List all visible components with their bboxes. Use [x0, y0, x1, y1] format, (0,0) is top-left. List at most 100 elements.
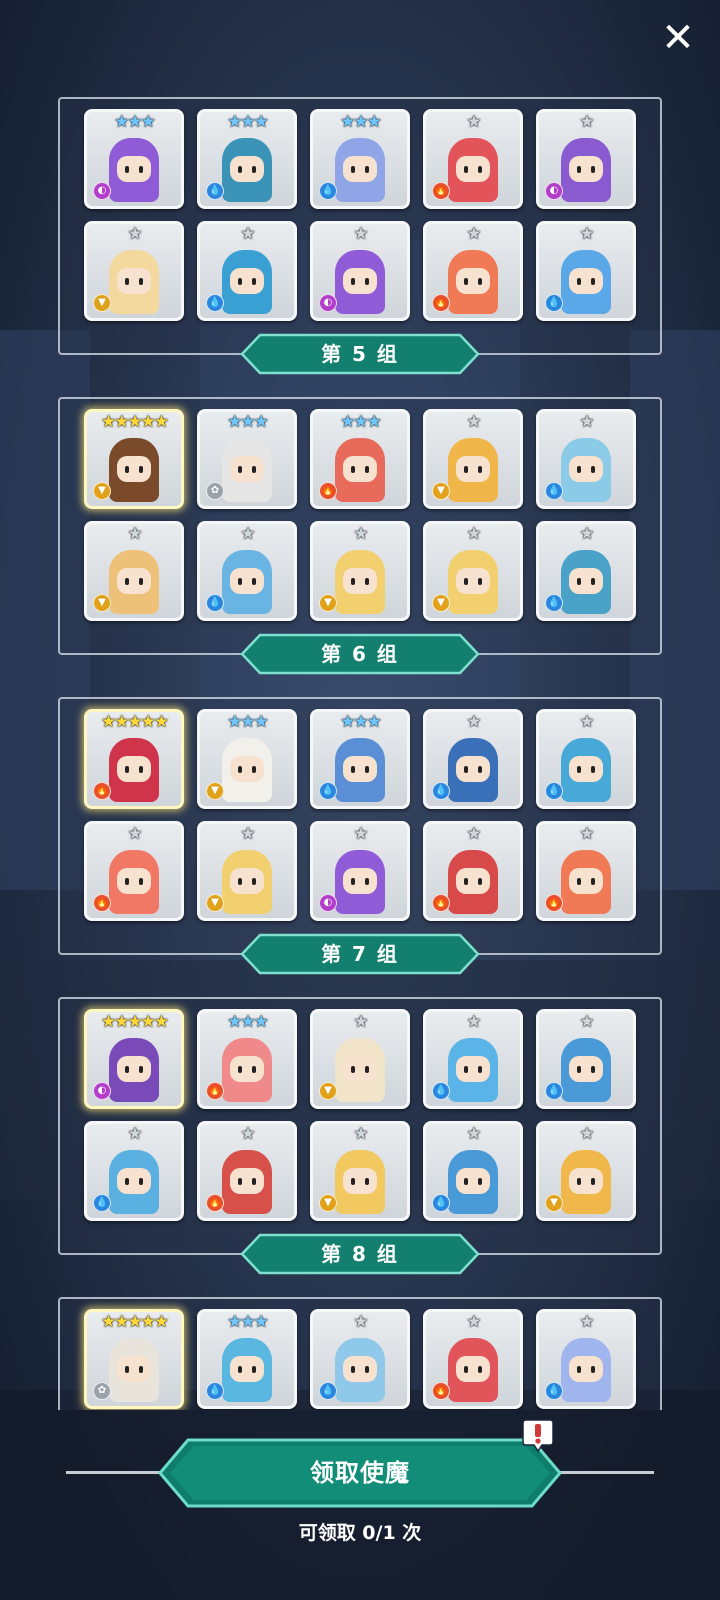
familiar-card[interactable]: ★ 🔥 — [423, 109, 523, 209]
portrait-eye — [139, 1178, 143, 1185]
familiar-card[interactable]: ★★★★★ ◐ — [84, 1009, 184, 1109]
familiar-portrait — [442, 1034, 504, 1104]
portrait-face — [456, 1168, 490, 1194]
familiar-card[interactable]: ★ 🔥 — [423, 821, 523, 921]
familiar-portrait — [216, 1334, 278, 1404]
familiar-card[interactable]: ★ 💧 — [423, 709, 523, 809]
familiar-card[interactable]: ★ ◐ — [536, 109, 636, 209]
familiar-card[interactable]: ★★★ ✿ — [197, 409, 297, 509]
star-rating: ★ — [426, 713, 520, 731]
familiar-card[interactable]: ★ 💧 — [536, 1009, 636, 1109]
familiar-card[interactable]: ★ 🔥 — [423, 1309, 523, 1409]
close-button[interactable]: ✕ — [658, 18, 698, 58]
portrait-eye — [238, 466, 242, 473]
familiar-card[interactable]: ★ 💧 — [423, 1121, 523, 1221]
portrait-eye — [577, 466, 581, 473]
familiar-card[interactable]: ★★★ 💧 — [310, 109, 410, 209]
familiar-card[interactable]: ★★★ 💧 — [310, 709, 410, 809]
familiar-portrait — [555, 1146, 617, 1216]
portrait-eye — [365, 1178, 369, 1185]
familiar-card[interactable]: ★ 💧 — [536, 221, 636, 321]
familiar-card[interactable]: ★ ▼ — [84, 521, 184, 621]
star-icons: ★ — [127, 524, 142, 544]
portrait-face — [343, 568, 377, 594]
star-rating: ★ — [539, 525, 633, 543]
star-rating: ★ — [539, 825, 633, 843]
star-icons: ★ — [127, 1124, 142, 1144]
familiar-portrait — [216, 434, 278, 504]
star-icons: ★ — [466, 1012, 481, 1032]
portrait-eye — [351, 578, 355, 585]
portrait-face — [117, 1056, 151, 1082]
portrait-eye — [577, 766, 581, 773]
star-icons: ★ — [579, 1012, 594, 1032]
familiar-card[interactable]: ★★★ 💧 — [197, 1309, 297, 1409]
portrait-eye — [365, 578, 369, 585]
familiar-card[interactable]: ★ 💧 — [310, 1309, 410, 1409]
group-label-ribbon: 第 5 组 — [240, 333, 480, 375]
familiar-card[interactable]: ★ ▼ — [310, 521, 410, 621]
familiar-portrait — [103, 1034, 165, 1104]
water-element-icon: 💧 — [206, 294, 224, 312]
portrait-face — [456, 1056, 490, 1082]
portrait-face — [456, 756, 490, 782]
familiar-portrait — [329, 846, 391, 916]
claim-familiar-button[interactable]: 领取使魔 — [158, 1438, 562, 1508]
familiar-card[interactable]: ★ ◐ — [310, 821, 410, 921]
portrait-eye — [252, 466, 256, 473]
star-icons: ★★★ — [227, 1012, 269, 1032]
star-rating: ★ — [539, 713, 633, 731]
star-rating: ★ — [426, 1313, 520, 1331]
portrait-eye — [125, 1178, 129, 1185]
fire-element-icon: 🔥 — [319, 482, 337, 500]
familiar-card[interactable]: ★ 🔥 — [197, 1121, 297, 1221]
familiar-portrait — [442, 1146, 504, 1216]
water-element-icon: 💧 — [319, 782, 337, 800]
familiar-card[interactable]: ★ ▼ — [423, 521, 523, 621]
familiar-card[interactable]: ★ 🔥 — [84, 821, 184, 921]
earth-element-icon: ▼ — [319, 594, 337, 612]
familiar-card[interactable]: ★ 💧 — [197, 221, 297, 321]
familiar-card[interactable]: ★ 💧 — [536, 521, 636, 621]
familiar-card[interactable]: ★ ▼ — [197, 821, 297, 921]
familiar-card[interactable]: ★★★ 💧 — [197, 109, 297, 209]
group-label: 第 5 组 — [321, 342, 399, 366]
familiar-card[interactable]: ★ ▼ — [84, 221, 184, 321]
familiar-card[interactable]: ★ 💧 — [536, 709, 636, 809]
familiar-card[interactable]: ★ ▼ — [310, 1121, 410, 1221]
star-rating: ★ — [426, 225, 520, 243]
familiar-card[interactable]: ★★★★★ ▼ — [84, 409, 184, 509]
portrait-eye — [139, 466, 143, 473]
star-icons: ★ — [353, 824, 368, 844]
familiar-card[interactable]: ★★★ 🔥 — [197, 1009, 297, 1109]
familiar-card[interactable]: ★★★ 🔥 — [310, 409, 410, 509]
familiar-card[interactable]: ★ 🔥 — [536, 821, 636, 921]
portrait-eye — [591, 766, 595, 773]
familiar-card[interactable]: ★ 💧 — [536, 409, 636, 509]
familiar-card[interactable]: ★ 💧 — [536, 1309, 636, 1409]
portrait-eye — [139, 278, 143, 285]
familiar-card[interactable]: ★ ▼ — [536, 1121, 636, 1221]
familiar-card[interactable]: ★★★★★ 🔥 — [84, 709, 184, 809]
familiar-card[interactable]: ★ 💧 — [423, 1009, 523, 1109]
portrait-face — [230, 268, 264, 294]
portrait-eye — [351, 278, 355, 285]
star-icons: ★ — [466, 1124, 481, 1144]
familiar-portrait — [103, 434, 165, 504]
earth-element-icon: ▼ — [93, 294, 111, 312]
familiar-card[interactable]: ★ 💧 — [84, 1121, 184, 1221]
familiar-card[interactable]: ★★★ ◐ — [84, 109, 184, 209]
familiar-portrait — [555, 434, 617, 504]
familiar-card[interactable]: ★ 🔥 — [423, 221, 523, 321]
familiar-portrait — [329, 1334, 391, 1404]
portrait-eye — [125, 466, 129, 473]
familiar-card[interactable]: ★ 💧 — [197, 521, 297, 621]
familiar-card[interactable]: ★★★ ▼ — [197, 709, 297, 809]
portrait-face — [343, 1168, 377, 1194]
group-list[interactable]: ★★★ ◐ ★★★ 💧 ★★★ 💧 ★ 🔥 ★ ◐ ★ ▼ ★ 💧 ★ ◐ ★ 🔥 ★ 💧 第 5 组 ★★★★★ ▼ ★★★… — [0, 95, 720, 1410]
familiar-card[interactable]: ★ ▼ — [310, 1009, 410, 1109]
familiar-card[interactable]: ★★★★★ ✿ — [84, 1309, 184, 1409]
familiar-card[interactable]: ★ ◐ — [310, 221, 410, 321]
familiar-card[interactable]: ★ ▼ — [423, 409, 523, 509]
portrait-eye — [577, 166, 581, 173]
